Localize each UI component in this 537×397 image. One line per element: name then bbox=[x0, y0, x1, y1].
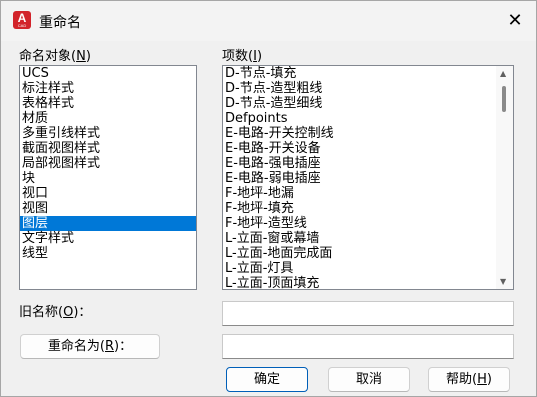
help-button[interactable]: 帮助(H) bbox=[428, 367, 510, 392]
list-item[interactable]: Defpoints bbox=[223, 111, 513, 126]
list-item[interactable]: UCS bbox=[20, 66, 196, 81]
items-label: 项数(I) bbox=[222, 49, 263, 64]
scroll-down-icon[interactable]: ▼ bbox=[500, 277, 506, 286]
app-logo-sub: CAD bbox=[17, 23, 27, 28]
named-objects-label: 命名对象(N) bbox=[19, 49, 91, 64]
named-objects-list[interactable]: UCS 标注样式 表格样式 材质 多重引线样式 截面视图样式 局部视图样式块视口 视图 图层 文字… bbox=[19, 65, 197, 290]
list-item[interactable]: E-电路-开关控制线 bbox=[223, 126, 513, 141]
list-item[interactable]: E-电路-开关设备 bbox=[223, 141, 513, 156]
list-item[interactable]: E-电路-弱电插座 bbox=[223, 171, 513, 186]
items-label-text: 项数 bbox=[222, 49, 249, 64]
named-objects-label-text: 命名对象 bbox=[19, 49, 72, 64]
list-item[interactable]: 块 bbox=[20, 171, 196, 186]
list-item[interactable]: D-节点-造型细线 bbox=[223, 96, 513, 111]
old-name-accesskey: O bbox=[63, 305, 74, 320]
list-item[interactable]: L-立面-地面完成面 bbox=[223, 246, 513, 261]
cancel-button[interactable]: 取消 bbox=[328, 367, 410, 392]
rename-to-label: 重命名为 bbox=[47, 339, 100, 354]
scroll-up-icon[interactable]: ▲ bbox=[500, 69, 506, 78]
rename-to-accesskey: R bbox=[104, 339, 115, 354]
rename-to-field[interactable] bbox=[222, 334, 514, 359]
list-item[interactable]: E-电路-强电插座 bbox=[223, 156, 513, 171]
old-name-field[interactable] bbox=[222, 301, 514, 326]
list-item[interactable]: 多重引线样式 bbox=[20, 126, 196, 141]
list-item[interactable]: F-地坪-地漏 bbox=[223, 186, 513, 201]
scroll-thumb[interactable] bbox=[502, 86, 506, 112]
items-scrollbar[interactable]: ▲ ▼ bbox=[496, 66, 513, 289]
title-bar: A CAD 重命名 ✕ bbox=[1, 1, 536, 41]
list-item[interactable]: 截面视图样式 bbox=[20, 141, 196, 156]
rename-to-button[interactable]: 重命名为(R)： bbox=[20, 334, 160, 359]
list-item[interactable]: 线型 bbox=[20, 246, 196, 261]
list-item[interactable]: 表格样式 bbox=[20, 96, 196, 111]
items-list-items: D-节点-填充 D-节点-造型粗线 D-节点-造型细线 Defpoints E-电路-开… bbox=[223, 66, 513, 289]
list-item[interactable]: 局部视图样式 bbox=[20, 156, 196, 171]
items-list[interactable]: D-节点-填充 D-节点-造型粗线 D-节点-造型细线 Defpoints E-电路-开… bbox=[222, 65, 514, 290]
window-title: 重命名 bbox=[39, 15, 81, 31]
list-item[interactable]: D-节点-造型粗线 bbox=[223, 81, 513, 96]
close-icon: ✕ bbox=[507, 10, 523, 31]
list-item[interactable]: D-节点-填充 bbox=[223, 66, 513, 81]
ok-button[interactable]: 确定 bbox=[226, 367, 308, 392]
named-objects-items: UCS 标注样式 表格样式 材质 多重引线样式 截面视图样式 局部视图样式块视口 视图 图层 文字… bbox=[20, 66, 196, 261]
cancel-label: 取消 bbox=[355, 372, 382, 387]
list-item[interactable]: 视图 bbox=[20, 201, 196, 216]
close-button[interactable]: ✕ bbox=[495, 7, 535, 35]
list-item[interactable]: 视口 bbox=[20, 186, 196, 201]
list-item[interactable]: 材质 bbox=[20, 111, 196, 126]
list-item[interactable]: 文字样式 bbox=[20, 231, 196, 246]
ok-label: 确定 bbox=[253, 372, 280, 387]
list-item[interactable]: L-立面-灯具 bbox=[223, 261, 513, 276]
list-item[interactable]: 标注样式 bbox=[20, 81, 196, 96]
list-item[interactable]: 图层 bbox=[20, 216, 196, 231]
items-accesskey: I bbox=[253, 49, 257, 64]
app-logo-icon: A CAD bbox=[13, 11, 31, 29]
help-accesskey: H bbox=[477, 372, 487, 387]
list-item[interactable]: L-立面-窗或幕墙 bbox=[223, 231, 513, 246]
rename-dialog: A CAD 重命名 ✕ 命名对象(N) UCS 标注样式 表格样式 材质 多重引线样式截… bbox=[0, 0, 537, 397]
list-item[interactable]: F-地坪-造型线 bbox=[223, 216, 513, 231]
help-label: 帮助 bbox=[446, 372, 473, 387]
list-item[interactable]: F-地坪-填充 bbox=[223, 201, 513, 216]
named-objects-accesskey: N bbox=[76, 49, 86, 64]
old-name-label: 旧名称(O)： bbox=[19, 305, 92, 320]
old-name-label-text: 旧名称 bbox=[19, 305, 59, 320]
list-item[interactable]: L-立面-顶面填充 bbox=[223, 276, 513, 289]
